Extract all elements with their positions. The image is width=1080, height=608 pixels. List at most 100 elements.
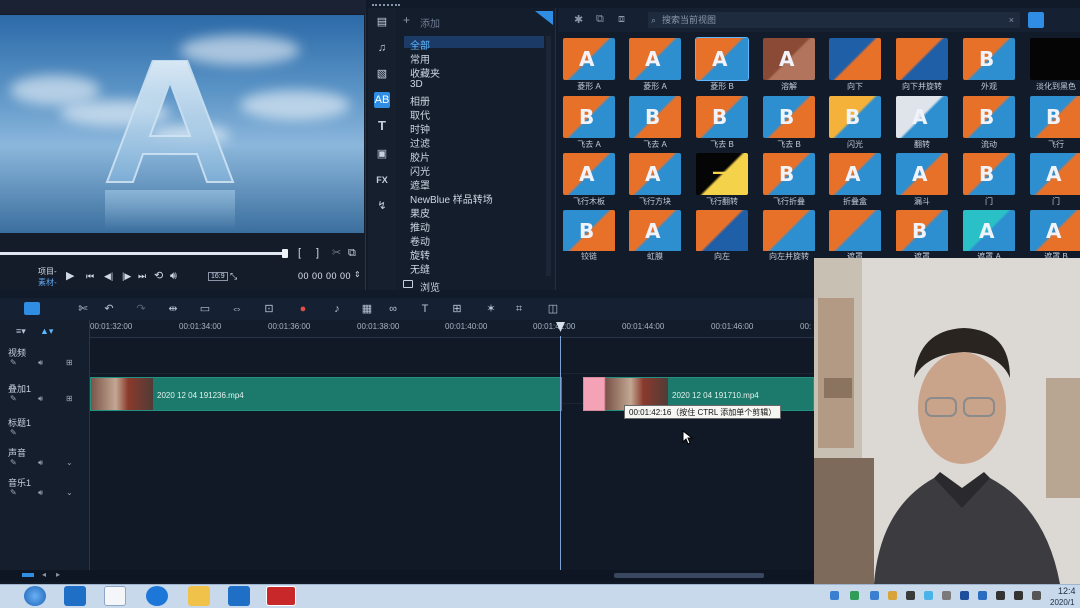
timecode-display[interactable]: 00 00 00 00 — [298, 271, 351, 281]
list-view-icon[interactable] — [1028, 12, 1044, 28]
transition-thumbnail[interactable]: A — [763, 38, 815, 80]
end-icon[interactable]: ⏭ — [138, 269, 146, 283]
transition-thumbnail[interactable]: A — [1030, 210, 1080, 252]
transition-thumbnail[interactable] — [896, 38, 948, 80]
videostudio-taskbar-icon[interactable] — [266, 586, 296, 606]
category-item[interactable]: 3D — [410, 79, 423, 90]
scrubber-handle[interactable] — [282, 249, 288, 258]
add-track-icon[interactable]: ▲▾ — [40, 326, 53, 337]
link-icon[interactable]: ∞ — [386, 302, 400, 316]
transition-thumbnail[interactable]: B — [963, 96, 1015, 138]
mark-out-icon[interactable]: ] — [316, 246, 319, 260]
video-app-icon[interactable] — [64, 586, 86, 606]
undo-icon[interactable]: ↶ — [102, 302, 116, 316]
add-folder-label[interactable]: 添加 — [420, 15, 440, 30]
audio-icon[interactable]: ♫ — [374, 40, 390, 56]
add-to-favorites-icon[interactable]: ⧈ — [618, 13, 625, 26]
transition-thumbnail[interactable]: A — [963, 210, 1015, 252]
3d-title-icon[interactable]: ◫ — [546, 302, 560, 316]
next-frame-icon[interactable]: |▶ — [122, 269, 131, 283]
browse-button[interactable]: 浏览 — [420, 279, 440, 294]
audio-mixer-icon[interactable]: ♪ — [330, 302, 344, 316]
clear-search-icon[interactable]: × — [1009, 12, 1014, 28]
category-item[interactable]: 常用 — [410, 51, 430, 66]
transition-thumbnail[interactable] — [763, 210, 815, 252]
category-item[interactable]: 果皮 — [410, 205, 430, 220]
track-manager-icon[interactable]: ≡▾ — [16, 326, 26, 337]
enlarge-icon[interactable]: ⧉ — [348, 246, 356, 260]
transition-thumbnail[interactable]: B — [763, 96, 815, 138]
tray-icon[interactable] — [978, 591, 987, 600]
grid-icon[interactable]: ⊞ — [66, 394, 73, 403]
multi-camera-icon[interactable]: ⊞ — [450, 302, 464, 316]
preview-scrubber[interactable] — [0, 252, 282, 255]
speaker-icon[interactable]: 🔊︎ — [38, 358, 43, 368]
battery-icon[interactable] — [1014, 591, 1023, 600]
transition-drop-zone[interactable] — [583, 377, 605, 411]
transition-thumbnail[interactable]: B — [829, 96, 881, 138]
category-item[interactable]: 相册 — [410, 93, 430, 108]
transition-thumbnail[interactable]: B — [696, 96, 748, 138]
transition-thumbnail[interactable]: A — [563, 38, 615, 80]
video-track[interactable] — [90, 344, 814, 374]
transition-thumbnail[interactable]: B — [763, 153, 815, 195]
video-studio-icon[interactable] — [228, 586, 250, 606]
mode-project[interactable]: 项目- — [38, 266, 57, 277]
mode-clip[interactable]: 素材- — [38, 277, 57, 288]
speaker-icon[interactable]: 🔊︎ — [38, 488, 43, 498]
stop-motion-icon[interactable]: ⌗ — [512, 302, 526, 316]
transition-thumbnail[interactable]: B — [563, 96, 615, 138]
category-item[interactable]: 胶片 — [410, 149, 430, 164]
bluetooth-icon[interactable] — [960, 591, 969, 600]
pencil-icon[interactable]: ✎ — [10, 394, 17, 403]
speaker-icon[interactable]: 🔊︎ — [38, 458, 43, 468]
expand-icon[interactable]: ⌄ — [66, 458, 73, 467]
network-icon[interactable] — [996, 591, 1005, 600]
pencil-icon[interactable]: ✎ — [10, 458, 17, 467]
add-icon[interactable]: + — [403, 13, 410, 27]
file-explorer-icon[interactable] — [188, 586, 210, 606]
transition-thumbnail[interactable] — [829, 38, 881, 80]
redo-icon[interactable]: ↷ — [134, 302, 148, 316]
transition-thumbnail[interactable]: A — [629, 153, 681, 195]
transition-thumbnail[interactable]: A — [629, 210, 681, 252]
motion-icon[interactable]: ⊡ — [262, 302, 276, 316]
category-item[interactable]: 推动 — [410, 219, 430, 234]
transition-thumbnail[interactable] — [829, 210, 881, 252]
pencil-icon[interactable]: ✎ — [10, 488, 17, 497]
category-item[interactable]: 全部 — [410, 37, 430, 52]
tray-icon[interactable] — [888, 591, 897, 600]
category-item[interactable]: 无缝 — [410, 261, 430, 276]
transition-thumbnail[interactable] — [1030, 38, 1080, 80]
previous-frame-icon[interactable]: ◀| — [104, 269, 113, 283]
volume-icon[interactable]: 🔊︎ — [170, 269, 177, 283]
apply-random-icon[interactable]: ✱ — [574, 13, 583, 26]
split-icon[interactable]: ⇔ — [230, 302, 244, 316]
magic-icon[interactable]: ✶ — [484, 302, 498, 316]
home-icon[interactable]: ⏮ — [86, 269, 94, 283]
transition-thumbnail[interactable]: B — [563, 210, 615, 252]
category-item[interactable]: 收藏夹 — [410, 65, 440, 80]
apply-current-icon[interactable]: ⧉ — [596, 13, 604, 26]
transition-thumbnail[interactable]: B — [963, 153, 1015, 195]
tray-icon[interactable] — [850, 591, 859, 600]
speaker-icon[interactable]: 🔊︎ — [38, 394, 43, 404]
transition-thumbnail[interactable]: A — [896, 96, 948, 138]
category-item[interactable]: 时钟 — [410, 121, 430, 136]
playhead-line[interactable] — [560, 336, 561, 570]
transition-thumbnail[interactable]: A — [1030, 153, 1080, 195]
graphic-icon[interactable]: ▣ — [374, 146, 390, 162]
transition-thumbnail[interactable]: — — [696, 153, 748, 195]
category-item[interactable]: 取代 — [410, 107, 430, 122]
tray-icon[interactable] — [924, 591, 933, 600]
transition-thumbnail[interactable]: B — [963, 38, 1015, 80]
k-app-icon[interactable] — [146, 586, 168, 606]
category-item[interactable]: NewBlue 样品转场 — [410, 191, 493, 206]
transition-icon[interactable]: AB — [374, 92, 390, 108]
volume-tray-icon[interactable] — [1032, 591, 1041, 600]
ie-browser-icon[interactable] — [24, 586, 46, 606]
repeat-icon[interactable]: ⟲ — [154, 269, 163, 283]
pencil-icon[interactable]: ✎ — [10, 428, 17, 437]
transition-thumbnail[interactable]: B — [1030, 96, 1080, 138]
record-icon[interactable]: ● — [296, 302, 310, 316]
